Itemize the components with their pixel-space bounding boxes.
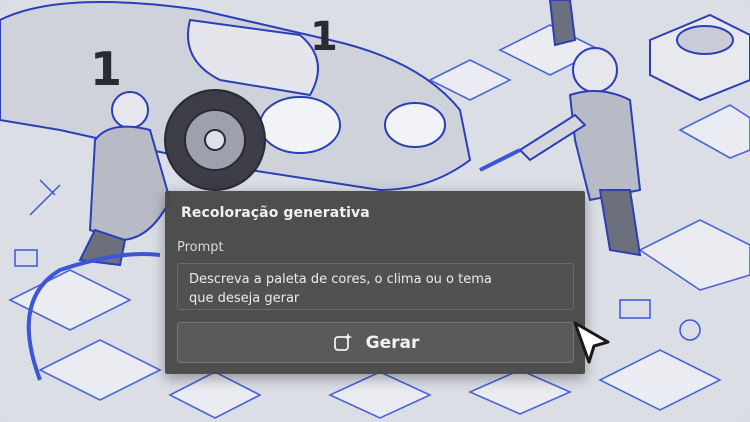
generate-button-label: Gerar — [365, 332, 420, 353]
canvas: 1 1 Recoloração generativa Prompt Descre… — [0, 0, 750, 422]
prompt-placeholder-line-2: que deseja gerar — [189, 291, 300, 306]
panel-title: Recoloração generativa — [181, 205, 370, 221]
generative-recolor-panel: Recoloração generativa Prompt Descreva a… — [165, 191, 585, 374]
svg-text:1: 1 — [90, 42, 122, 96]
sparkle-square-icon — [332, 332, 354, 354]
svg-text:1: 1 — [310, 14, 338, 60]
prompt-placeholder-line-1: Descreva a paleta de cores, o clima ou o… — [189, 272, 492, 287]
arrow-cursor-icon — [573, 321, 610, 364]
generate-button[interactable]: Gerar — [177, 322, 574, 363]
prompt-input[interactable]: Descreva a paleta de cores, o clima ou o… — [177, 263, 574, 310]
prompt-label: Prompt — [177, 240, 224, 255]
